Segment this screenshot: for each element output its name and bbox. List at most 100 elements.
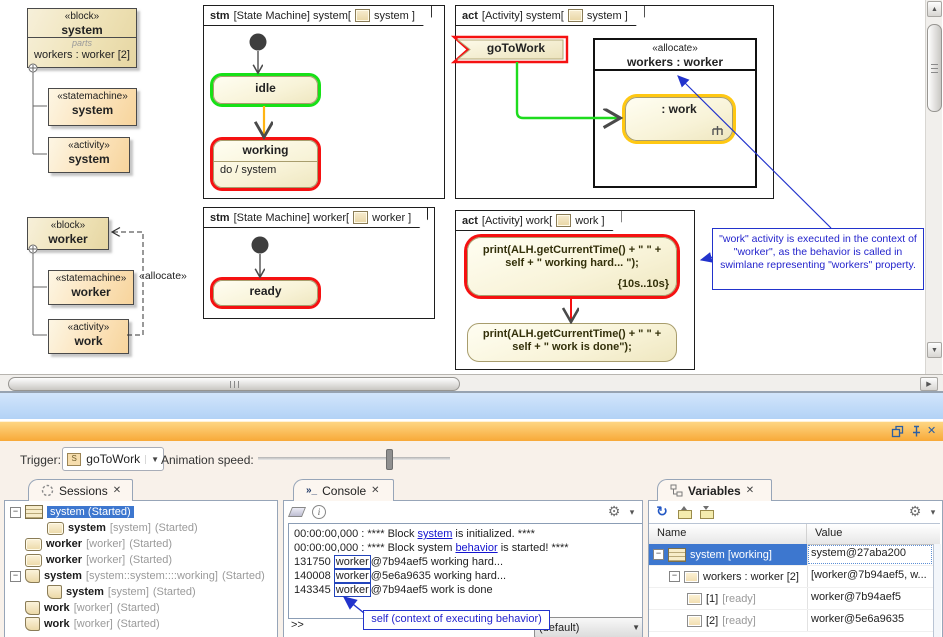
tree-expander[interactable]: − — [10, 571, 21, 582]
state-ready[interactable]: ready — [213, 280, 318, 306]
variables-table-header[interactable]: Name Value — [649, 523, 940, 545]
variables-vscrollbar[interactable] — [933, 544, 941, 637]
console-context-combobox[interactable]: (default) ▼ — [534, 617, 643, 637]
part-property-icon — [684, 571, 699, 583]
activity-icon — [25, 617, 40, 631]
refresh-button[interactable]: ↻ — [654, 504, 670, 520]
state-machine-diagram-icon — [355, 9, 370, 22]
work-call-behavior-action[interactable]: : work — [625, 97, 733, 141]
tab-variables[interactable]: Variables ✕ — [657, 479, 772, 501]
tree-expander[interactable]: − — [653, 549, 664, 560]
gear-icon: ⚙ — [909, 504, 922, 520]
session-row[interactable]: worker [worker] (Started) — [5, 552, 277, 568]
part-property-icon — [687, 593, 702, 605]
session-row[interactable]: system [system] (Started) — [5, 584, 277, 600]
statemachine-system-element[interactable]: «statemachine» system — [48, 88, 137, 126]
trigger-combobox[interactable]: S goToWork ▼ — [62, 447, 164, 471]
block-system-parts: parts workers : worker [2] — [28, 37, 136, 62]
hscroll-thumb[interactable] — [8, 377, 460, 391]
session-row[interactable]: worker [worker] (Started) — [5, 536, 277, 552]
diagram-hscrollbar[interactable]: ▶ — [0, 374, 943, 392]
activity-work-element[interactable]: «activity» work — [48, 319, 129, 354]
selected-session: system (Started) — [47, 506, 134, 518]
session-row[interactable]: work [worker] (Started) — [5, 616, 277, 632]
close-tab-icon[interactable]: ✕ — [113, 485, 121, 496]
diagram-vscrollbar[interactable]: ▲ ▼ — [925, 0, 942, 374]
animation-speed-thumb[interactable] — [386, 449, 393, 470]
expand-all-icon — [678, 506, 692, 519]
info-button[interactable]: i — [311, 504, 327, 520]
close-tab-icon[interactable]: ✕ — [746, 485, 754, 496]
allocate-dependency-label: «allocate» — [139, 270, 187, 282]
magicdraw-simulation-window: «block» system parts workers : worker [2… — [0, 0, 943, 637]
scroll-down-button[interactable]: ▼ — [927, 342, 942, 358]
vscroll-thumb[interactable] — [927, 24, 942, 112]
console-link[interactable]: behavior — [455, 542, 497, 554]
activity-icon — [25, 601, 40, 615]
scroll-right-icon: ▶ — [926, 380, 931, 388]
refresh-icon: ↻ — [656, 504, 668, 520]
column-value[interactable]: Value — [807, 524, 940, 544]
statemachine-icon — [47, 522, 64, 535]
pin-button[interactable] — [910, 425, 924, 439]
variables-icon — [670, 484, 683, 497]
trigger-label: Trigger: — [20, 453, 61, 467]
eraser-icon — [288, 507, 306, 517]
activity-diagram-icon — [556, 214, 571, 227]
print-working-hard-action[interactable]: print(ALH.getCurrentTime() + " " + self … — [467, 237, 677, 296]
scroll-down-icon: ▼ — [931, 347, 938, 354]
console-line: 00:00:00,000 : **** Block system is init… — [294, 527, 642, 541]
tree-expander[interactable]: − — [10, 507, 21, 518]
scroll-up-button[interactable]: ▲ — [927, 1, 942, 17]
accept-event-gotowork[interactable]: goToWork — [468, 41, 564, 58]
column-name[interactable]: Name — [649, 524, 807, 544]
tab-sessions[interactable]: Sessions ✕ — [28, 479, 133, 501]
print-work-done-action[interactable]: print(ALH.getCurrentTime() + " " + self … — [467, 323, 677, 362]
duration-constraint: {10s..10s} — [618, 278, 669, 290]
animation-speed-label: Animation speed: — [161, 453, 254, 467]
sessions-panel: − system (Started) system [system] (Star… — [4, 500, 278, 637]
close-tab-icon[interactable]: ✕ — [371, 485, 379, 496]
console-settings-button[interactable]: ⚙ — [606, 504, 622, 520]
state-idle[interactable]: idle — [213, 76, 318, 104]
state-working[interactable]: working do / system — [213, 140, 318, 188]
session-row[interactable]: − system [system::system::::working] (St… — [5, 568, 277, 584]
trigger-value: goToWork — [86, 452, 140, 466]
variables-settings-button[interactable]: ⚙ — [907, 504, 923, 520]
session-row[interactable]: work [worker] (Started) — [5, 600, 277, 616]
simulation-panel-titlebar[interactable]: ✕ — [0, 421, 943, 441]
activity-system-element[interactable]: «activity» system — [48, 137, 130, 173]
block-icon — [668, 548, 686, 562]
variable-row[interactable]: [1] [ready] worker@7b94aef5 — [649, 588, 940, 610]
scroll-right-button[interactable]: ▶ — [920, 377, 938, 391]
variable-row[interactable]: [2] [ready] worker@5e6a9635 — [649, 610, 940, 632]
block-worker-element[interactable]: «block» worker — [27, 217, 109, 250]
statemachine-worker-element[interactable]: «statemachine» worker — [48, 270, 134, 305]
comment-note[interactable]: "work" activity is executed in the conte… — [712, 228, 924, 290]
tab-console[interactable]: »_ Console ✕ — [293, 479, 394, 501]
animation-speed-slider[interactable] — [258, 457, 450, 460]
close-panel-button[interactable]: ✕ — [927, 424, 941, 438]
sessions-icon — [41, 484, 54, 497]
console-prompt[interactable]: >> — [291, 619, 304, 631]
variable-row[interactable]: − workers : worker [2] [worker@7b94aef5,… — [649, 566, 940, 588]
stm-worker-frame-header: stm [State Machine] worker[ worker ] — [204, 208, 428, 228]
session-row[interactable]: system [system] (Started) — [5, 520, 277, 536]
console-line: 00:00:00,000 : **** Block system behavio… — [294, 541, 642, 555]
collapse-all-icon — [700, 506, 714, 519]
tree-expander[interactable]: − — [669, 571, 680, 582]
console-settings-caret[interactable]: ▾ — [624, 504, 640, 520]
variable-row[interactable]: − system [working] system@27aba200 — [649, 544, 940, 566]
statemachine-icon — [25, 538, 42, 551]
variables-settings-caret[interactable]: ▾ — [925, 504, 941, 520]
info-icon: i — [312, 505, 326, 519]
collapse-all-button[interactable] — [699, 504, 715, 520]
console-note-arrow — [334, 590, 368, 616]
block-system-element[interactable]: «block» system parts workers : worker [2… — [27, 8, 137, 68]
self-context-highlight: worker — [334, 569, 371, 583]
session-row[interactable]: − system (Started) — [5, 504, 277, 520]
expand-all-button[interactable] — [677, 504, 693, 520]
float-button[interactable] — [891, 425, 905, 439]
console-link[interactable]: system — [418, 528, 453, 540]
clear-console-button[interactable] — [289, 504, 305, 520]
